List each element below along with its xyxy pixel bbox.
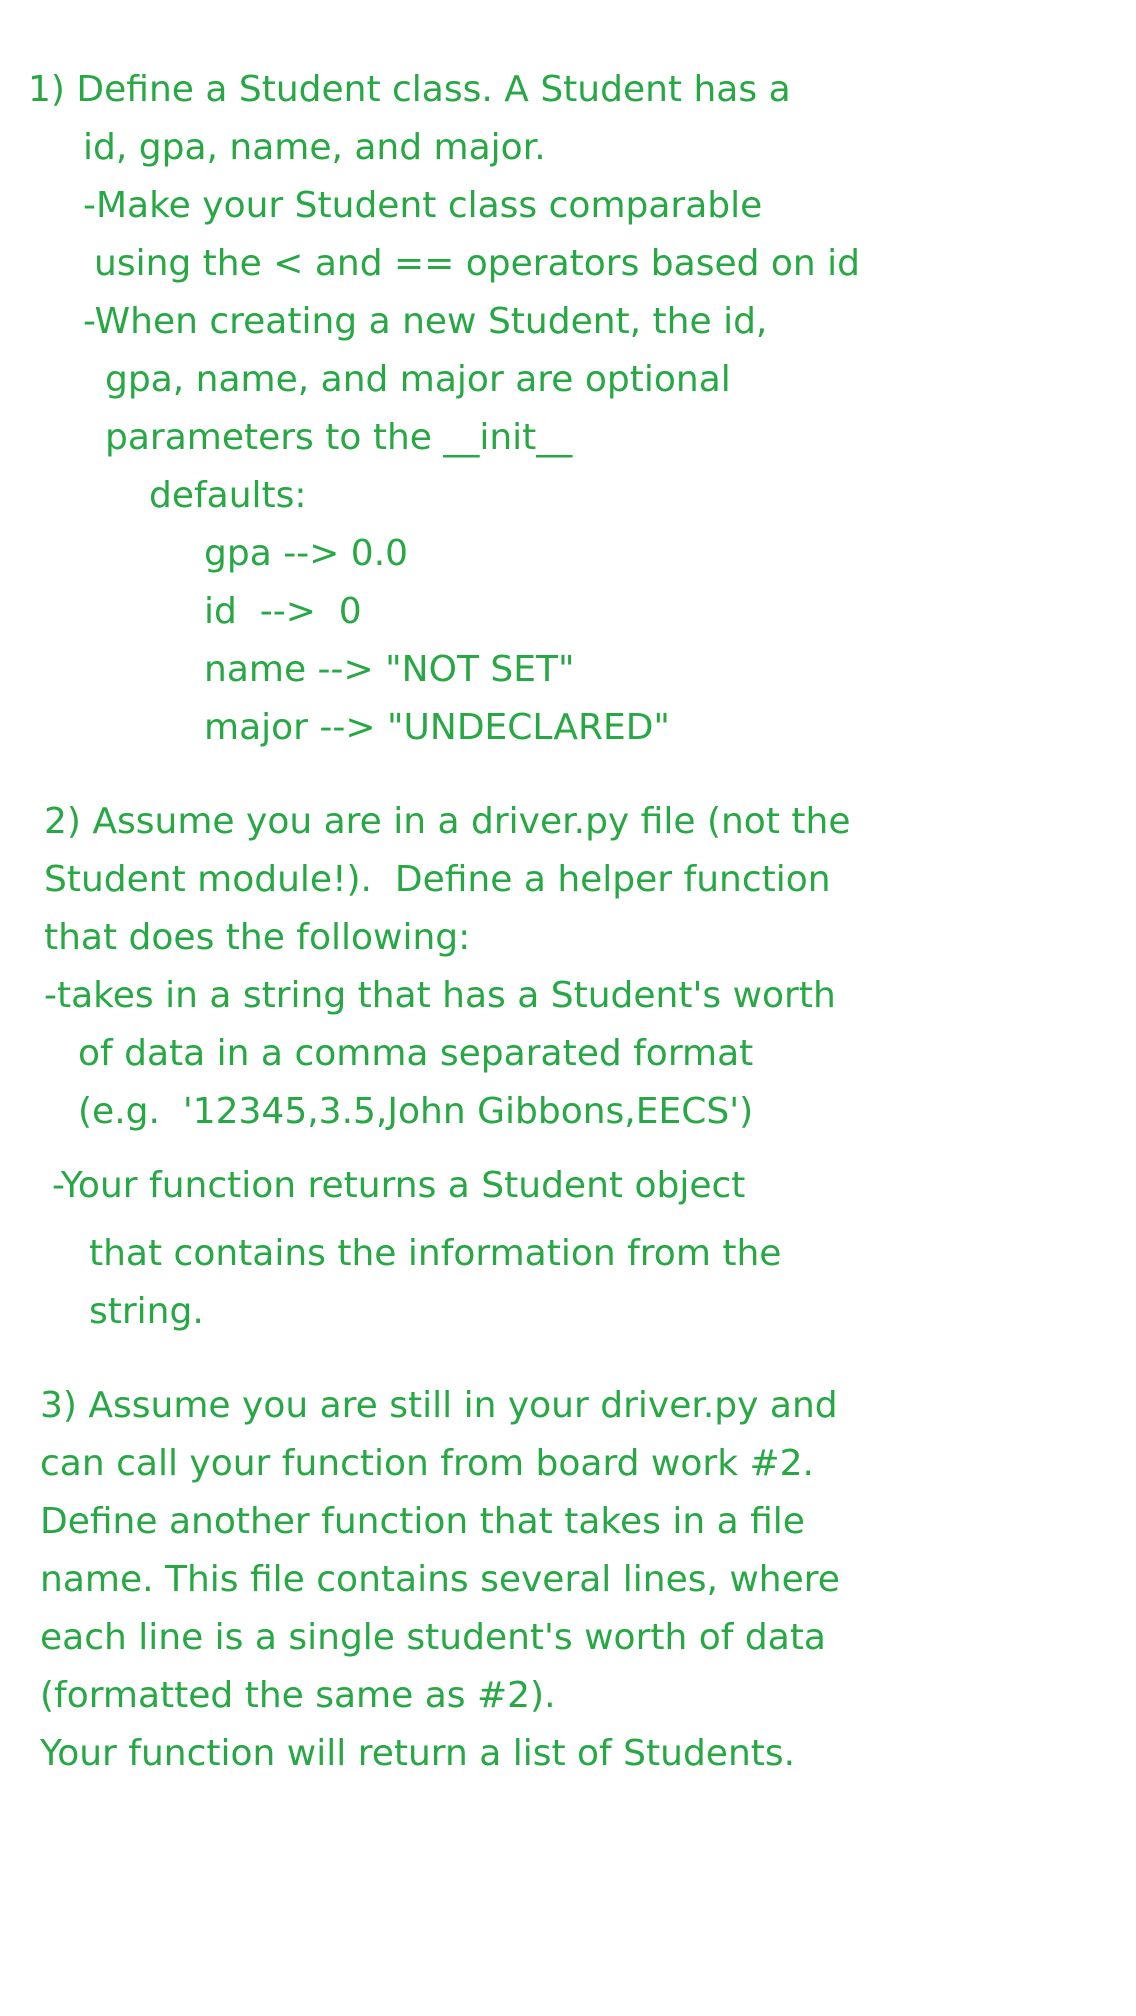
s3-line-5: each line is a single student's worth of…: [40, 1617, 826, 1658]
s2-line-3: that does the following:: [44, 917, 471, 958]
s2-line-7: -Your function returns a Student object: [52, 1165, 746, 1206]
s3-line-4: name. This file contains several lines, …: [40, 1559, 840, 1600]
s3-line-2: can call your function from board work #…: [40, 1443, 814, 1484]
s1-line-4: using the < and == operators based on id: [94, 243, 861, 284]
s1-line-1: 1) Define a Student class. A Student has…: [28, 69, 791, 110]
s1-line-6: gpa, name, and major are optional: [105, 359, 731, 400]
s3-line-3: Define another function that takes in a …: [40, 1501, 805, 1542]
s2-line-2: Student module!). Define a helper functi…: [44, 859, 831, 900]
s2-line-1: 2) Assume you are in a driver.py file (n…: [44, 801, 851, 842]
s2-line-8: that contains the information from the: [89, 1233, 782, 1274]
s1-line-2: id, gpa, name, and major.: [83, 127, 546, 168]
s3-line-1: 3) Assume you are still in your driver.p…: [40, 1385, 838, 1426]
s2-line-9: string.: [89, 1291, 204, 1332]
s1-line-8: defaults:: [149, 475, 307, 516]
document-page: 1) Define a Student class. A Student has…: [0, 0, 1136, 2016]
s1-line-3: -Make your Student class comparable: [83, 185, 763, 226]
s2-line-5: of data in a comma separated format: [78, 1033, 754, 1074]
s1-line-7: parameters to the __init__: [105, 417, 573, 458]
s2-line-6: (e.g. '12345,3.5,John Gibbons,EECS'): [78, 1091, 754, 1132]
s1-line-12: major --> "UNDECLARED": [204, 707, 670, 748]
s2-line-4: -takes in a string that has a Student's …: [44, 975, 836, 1016]
s1-line-10: id --> 0: [204, 591, 362, 632]
s1-line-9: gpa --> 0.0: [204, 533, 409, 574]
s3-line-6: (formatted the same as #2).: [40, 1675, 556, 1716]
s3-line-7: Your function will return a list of Stud…: [40, 1733, 796, 1774]
s1-line-11: name --> "NOT SET": [204, 649, 575, 690]
s1-line-5: -When creating a new Student, the id,: [83, 301, 768, 342]
